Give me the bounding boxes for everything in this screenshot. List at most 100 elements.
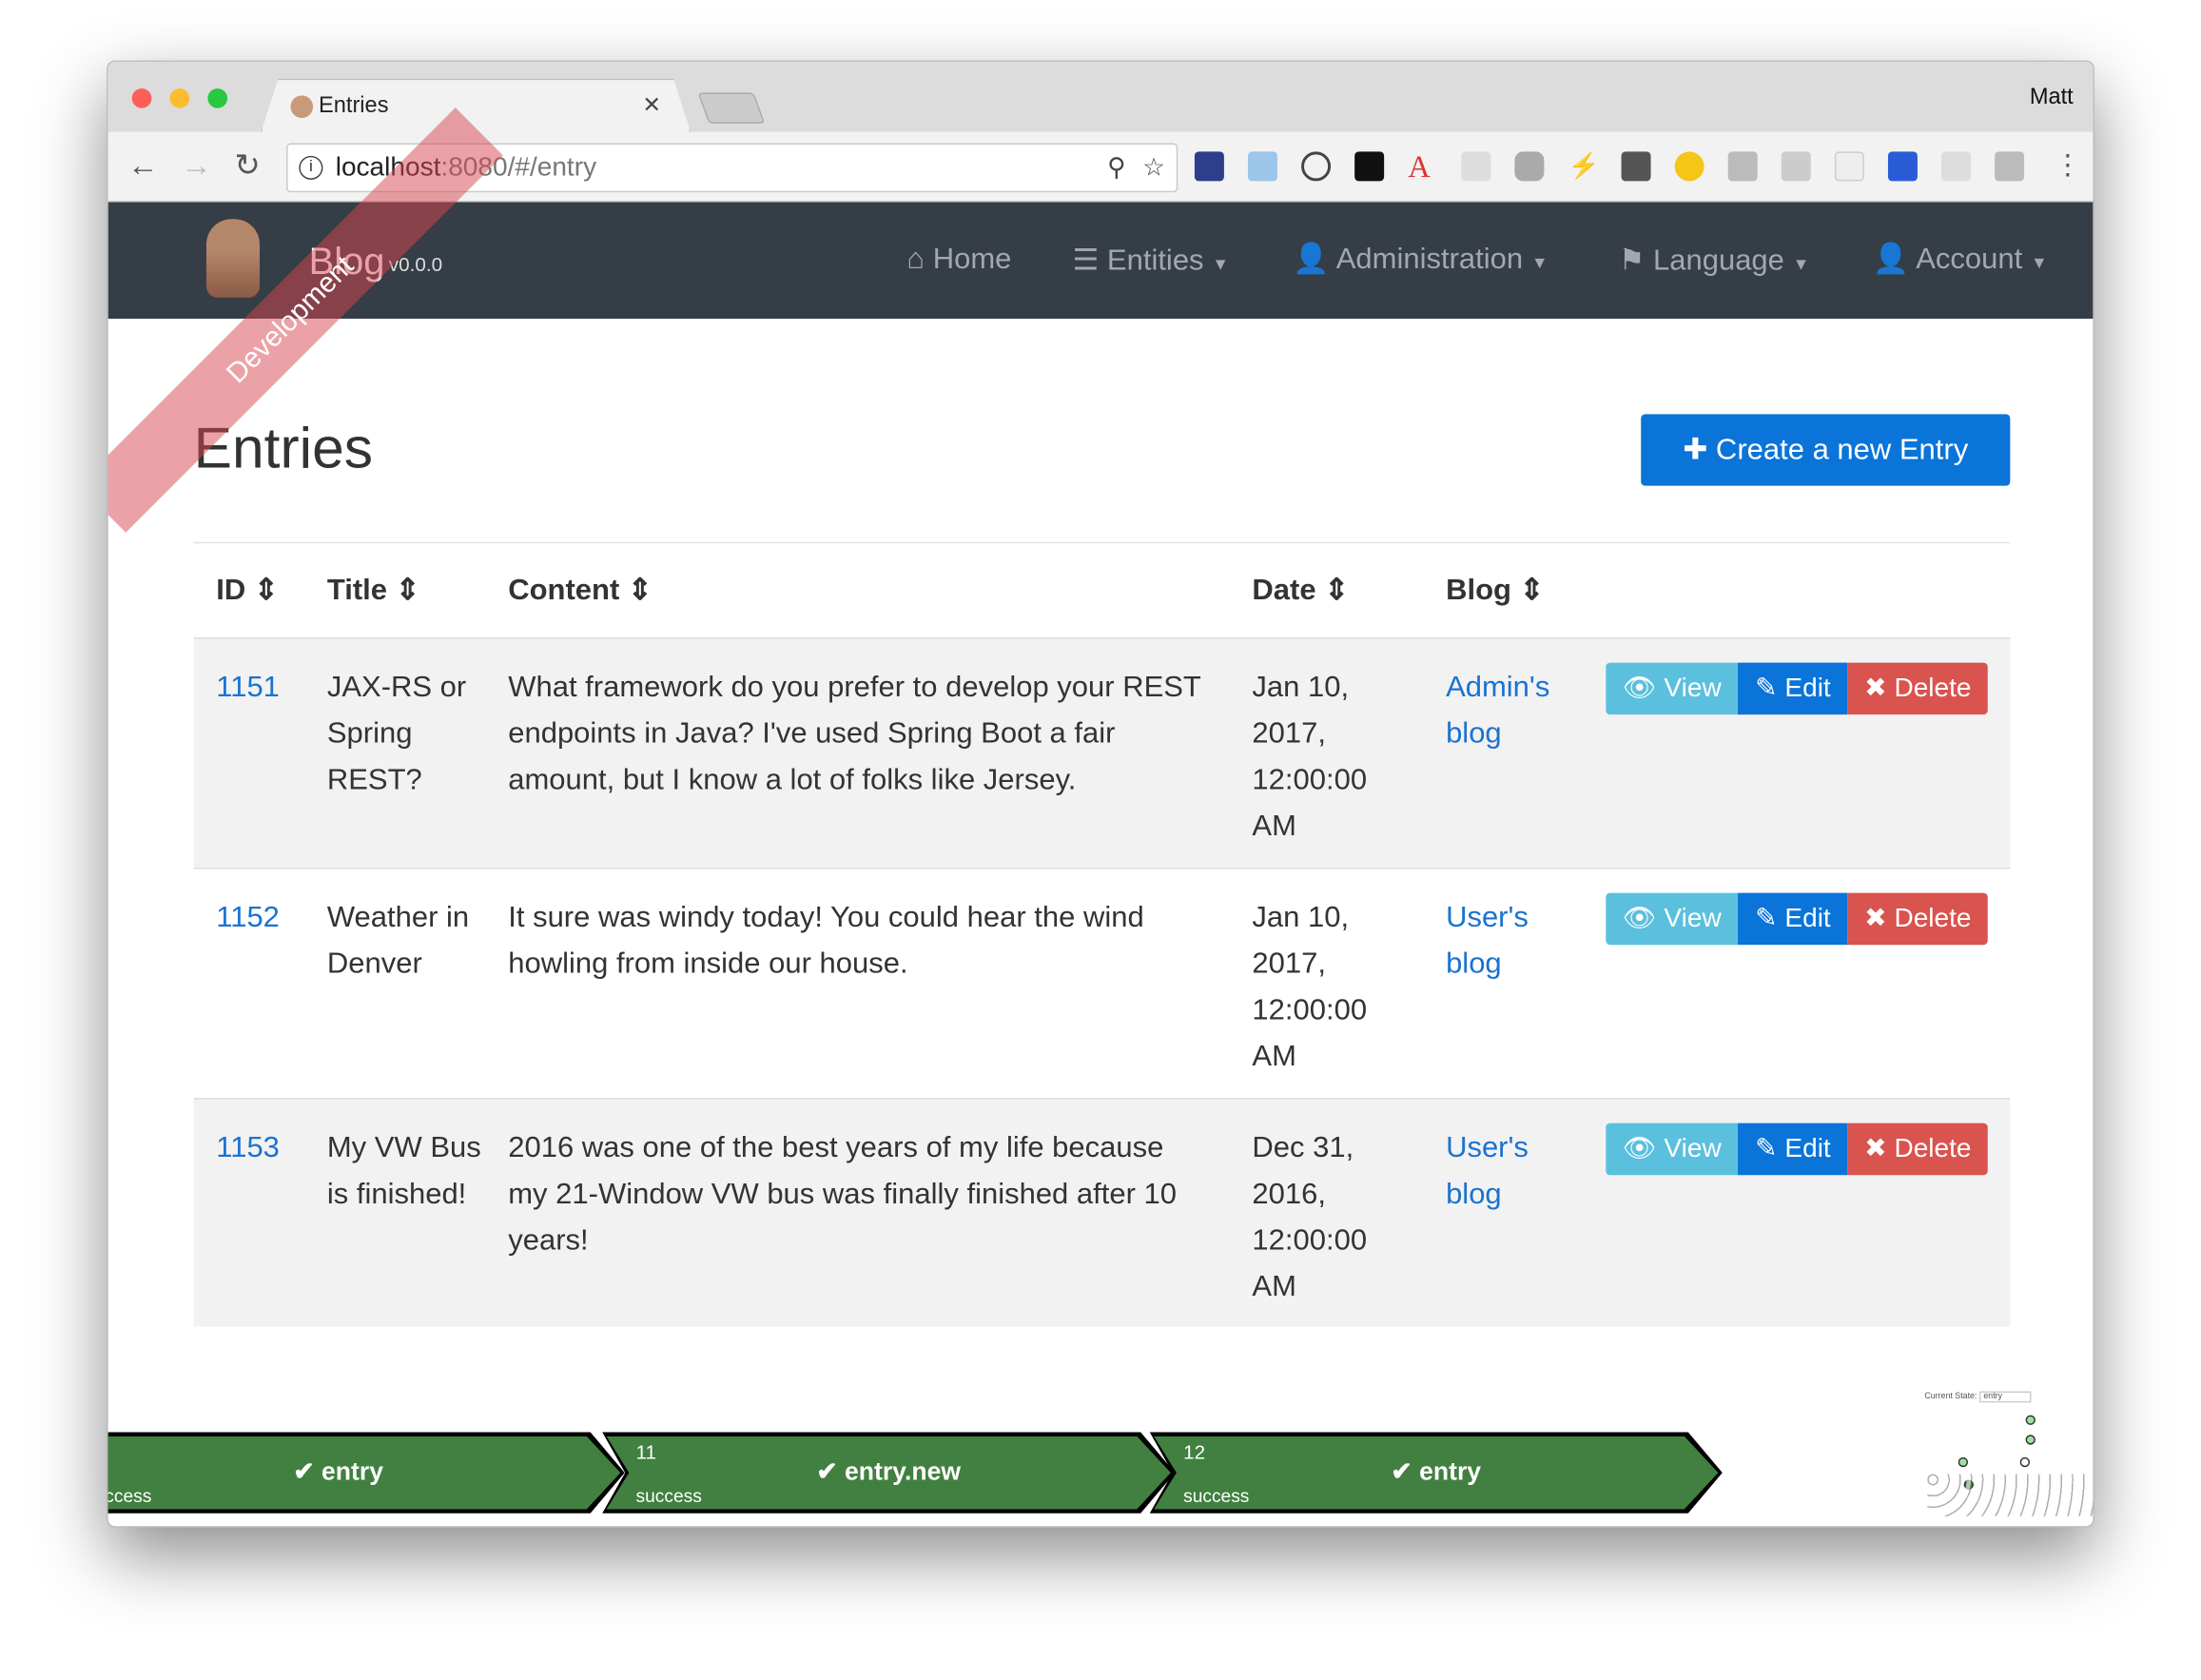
extension-icon[interactable] bbox=[1887, 151, 1918, 182]
pencil-icon: ✎ bbox=[1755, 1134, 1778, 1164]
extension-icon[interactable] bbox=[1674, 151, 1704, 182]
sort-icon: ⇕ bbox=[395, 574, 420, 607]
state-label: entry bbox=[1419, 1456, 1482, 1486]
entry-blog-link[interactable]: User's blog bbox=[1446, 1124, 1587, 1217]
view-button[interactable]: 👁 View bbox=[1606, 1123, 1739, 1176]
sort-content-header[interactable]: Content ⇕ bbox=[508, 573, 653, 608]
list-icon: ☰ bbox=[1072, 244, 1100, 277]
back-icon[interactable]: ← bbox=[127, 147, 158, 184]
table-row: 1153 My VW Bus is finished! 2016 was one o… bbox=[193, 1098, 2011, 1327]
button-label: Edit bbox=[1784, 1134, 1831, 1164]
extension-icon[interactable] bbox=[1781, 151, 1811, 182]
remove-icon: ✖ bbox=[1864, 674, 1887, 704]
delete-button[interactable]: ✖ Delete bbox=[1847, 662, 1989, 715]
nav-account[interactable]: 👤 Account ▼ bbox=[1873, 243, 2048, 276]
delete-button[interactable]: ✖ Delete bbox=[1847, 1123, 1989, 1176]
button-label: Delete bbox=[1894, 904, 1972, 934]
button-label: View bbox=[1664, 1134, 1722, 1164]
extension-icon[interactable] bbox=[1941, 151, 1972, 182]
delete-button[interactable]: ✖ Delete bbox=[1847, 892, 1989, 946]
sort-date-header[interactable]: Date ⇕ bbox=[1252, 573, 1349, 608]
extension-icon[interactable] bbox=[1514, 151, 1545, 182]
state-label: entry bbox=[321, 1456, 383, 1486]
star-icon[interactable]: ☆ bbox=[1142, 145, 1165, 191]
edit-button[interactable]: ✎ Edit bbox=[1738, 1123, 1848, 1176]
key-icon[interactable]: ⚲ bbox=[1107, 145, 1125, 191]
forward-icon[interactable]: → bbox=[181, 147, 211, 184]
transition-status: success bbox=[1183, 1485, 1250, 1507]
remove-icon: ✖ bbox=[1864, 1134, 1887, 1164]
extension-icon[interactable] bbox=[1621, 151, 1651, 182]
close-tab-icon[interactable]: ✕ bbox=[642, 91, 661, 120]
nav-administration[interactable]: 👤 Administration ▼ bbox=[1293, 243, 1548, 276]
extension-icon[interactable] bbox=[1247, 151, 1277, 182]
button-label: View bbox=[1664, 674, 1722, 704]
entry-blog-link[interactable]: Admin's blog bbox=[1446, 664, 1587, 756]
profile-name[interactable]: Matt bbox=[2030, 86, 2074, 111]
view-button[interactable]: 👁 View bbox=[1606, 662, 1739, 715]
remove-icon: ✖ bbox=[1864, 904, 1887, 934]
check-icon: ✔ bbox=[293, 1456, 315, 1486]
nav-language[interactable]: ⚑ Language ▼ bbox=[1619, 243, 1810, 278]
button-label: View bbox=[1664, 904, 1722, 934]
browser-tab[interactable]: Entries ✕ bbox=[261, 78, 691, 132]
header-label: Date bbox=[1252, 574, 1316, 607]
entry-id-link[interactable]: 1152 bbox=[216, 894, 314, 941]
sort-title-header[interactable]: Title ⇕ bbox=[327, 573, 420, 608]
transition-status: success bbox=[108, 1485, 152, 1507]
entry-id-link[interactable]: 1151 bbox=[216, 664, 314, 711]
user-icon: 👤 bbox=[1872, 243, 1910, 276]
info-icon[interactable]: i bbox=[299, 155, 323, 180]
menu-dots-icon[interactable]: ⋮ bbox=[2054, 147, 2082, 183]
state-transition[interactable]: 10✔ entrysuccess bbox=[107, 1432, 625, 1514]
extension-icon[interactable] bbox=[1995, 151, 2025, 182]
check-icon: ✔ bbox=[1391, 1456, 1412, 1486]
extension-icon[interactable] bbox=[1301, 151, 1332, 182]
tab-title: Entries bbox=[319, 93, 389, 118]
new-tab-button[interactable] bbox=[697, 92, 766, 124]
state-transition[interactable]: 11 ✔ entry.new success bbox=[602, 1432, 1176, 1514]
extension-icon[interactable] bbox=[1834, 151, 1864, 182]
nav-label: Account bbox=[1916, 243, 2023, 276]
extension-icon[interactable] bbox=[1194, 151, 1224, 182]
extension-icon[interactable] bbox=[1461, 151, 1491, 182]
entry-title: My VW Bus is finished! bbox=[326, 1131, 481, 1211]
create-entry-button[interactable]: ✚ Create a new Entry bbox=[1641, 414, 2011, 486]
entry-id-link[interactable]: 1153 bbox=[216, 1124, 314, 1171]
button-label: Delete bbox=[1894, 1134, 1972, 1164]
logo-avatar bbox=[205, 219, 261, 298]
sort-blog-header[interactable]: Blog ⇕ bbox=[1446, 573, 1544, 608]
extension-icon[interactable] bbox=[1727, 151, 1758, 182]
nav-label: Home bbox=[932, 243, 1012, 276]
extension-icon[interactable] bbox=[1354, 151, 1385, 182]
sort-icon: ⇕ bbox=[1519, 574, 1545, 607]
entry-date: Jan 10, 2017, 12:00:00 AM bbox=[1252, 901, 1368, 1073]
eye-icon: 👁 bbox=[1623, 1134, 1657, 1164]
user-plus-icon: 👤 bbox=[1293, 243, 1330, 276]
sort-icon: ⇕ bbox=[1324, 574, 1350, 607]
state-name: ✔ entry bbox=[108, 1456, 625, 1487]
edit-button[interactable]: ✎ Edit bbox=[1738, 662, 1848, 715]
extension-icon[interactable]: ⚡ bbox=[1568, 151, 1599, 181]
header-label: Content bbox=[508, 574, 620, 607]
header-label: Blog bbox=[1446, 574, 1511, 607]
view-button[interactable]: 👁 View bbox=[1606, 892, 1739, 946]
transition-status: success bbox=[635, 1485, 702, 1507]
state-visualizer[interactable]: Current State: entry bbox=[1924, 1391, 2094, 1526]
close-window-button[interactable] bbox=[131, 88, 152, 108]
minimize-window-button[interactable] bbox=[169, 88, 190, 108]
sort-id-header[interactable]: ID ⇕ bbox=[216, 573, 279, 608]
entry-content: 2016 was one of the best years of my lif… bbox=[508, 1131, 1178, 1257]
entry-content: What framework do you prefer to develop … bbox=[508, 671, 1201, 796]
entry-blog-link[interactable]: User's blog bbox=[1446, 894, 1587, 987]
extension-icon[interactable]: A bbox=[1408, 151, 1437, 182]
edit-button[interactable]: ✎ Edit bbox=[1738, 892, 1848, 946]
state-name: ✔ entry bbox=[1150, 1457, 1723, 1487]
current-state-select[interactable]: entry bbox=[1978, 1391, 2033, 1403]
nav-entities[interactable]: ☰ Entities ▼ bbox=[1073, 243, 1229, 278]
nav-home[interactable]: ⌂ Home bbox=[906, 243, 1011, 276]
maximize-window-button[interactable] bbox=[207, 88, 228, 108]
reload-icon[interactable]: ↻ bbox=[234, 147, 260, 184]
state-transition[interactable]: 12 ✔ entry success bbox=[1149, 1432, 1723, 1514]
home-icon: ⌂ bbox=[906, 243, 925, 276]
